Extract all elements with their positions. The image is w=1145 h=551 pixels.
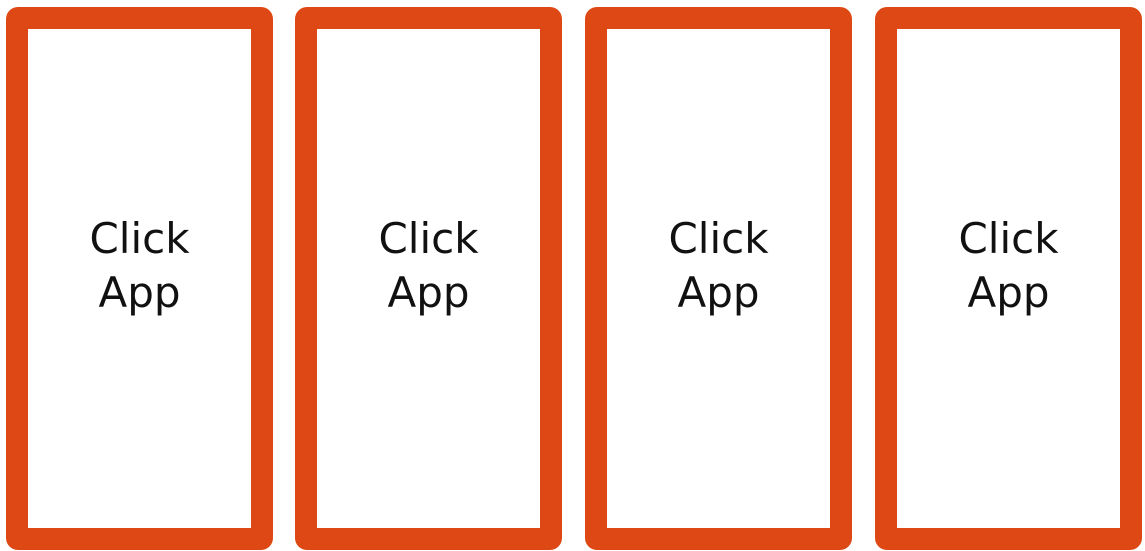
- app-tile-label: Click App: [668, 213, 769, 317]
- app-tile-label: Click App: [378, 213, 479, 317]
- app-tile-label: Click App: [89, 213, 190, 317]
- app-tile-4[interactable]: Click App: [875, 7, 1142, 550]
- app-tile-2[interactable]: Click App: [295, 7, 562, 550]
- app-tile-3[interactable]: Click App: [585, 7, 852, 550]
- app-tile-1[interactable]: Click App: [6, 7, 273, 550]
- app-tiles-row: Click App Click App Click App Click App: [0, 0, 1145, 551]
- app-tile-label: Click App: [958, 213, 1059, 317]
